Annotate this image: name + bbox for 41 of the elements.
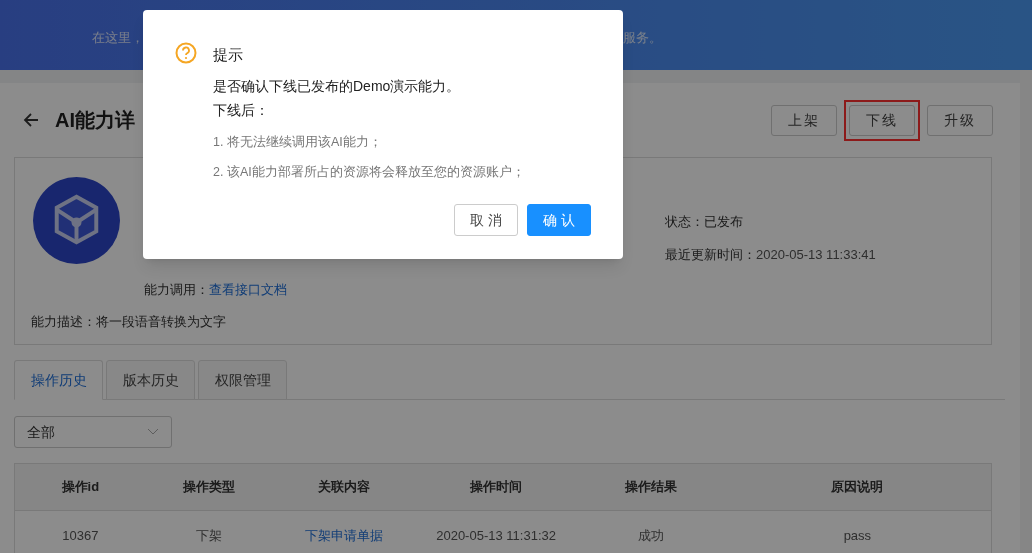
dialog-message: 是否确认下线已发布的Demo演示能力。 <box>213 76 462 96</box>
tab[interactable]: 权限管理 <box>198 360 287 400</box>
dialog-subheading: 下线后： <box>213 100 270 120</box>
action-button[interactable]: 下线 <box>849 104 915 136</box>
column-header: 操作结果 <box>624 479 677 495</box>
action-button[interactable]: 上架 <box>771 104 837 136</box>
description-label: 能力描述： <box>31 313 96 331</box>
description-value: 将一段语音转换为文字 <box>96 313 226 331</box>
confirm-button[interactable]: 确 认 <box>527 204 591 236</box>
table-cell: 成功 <box>637 528 664 544</box>
related-link[interactable]: 下架申请单据 <box>304 528 383 544</box>
column-header: 操作id <box>61 479 100 495</box>
table-cell: pass <box>843 528 872 544</box>
cancel-button[interactable]: 取 消 <box>454 204 518 236</box>
table-cell: 10367 <box>62 528 99 544</box>
action-button[interactable]: 升级 <box>927 104 993 136</box>
page-title: AI能力详 <box>55 108 135 133</box>
updated-label: 最近更新时间： <box>665 246 756 264</box>
back-arrow-icon[interactable] <box>23 112 39 128</box>
cube-logo-icon <box>33 177 120 264</box>
tab[interactable]: 版本历史 <box>106 360 195 400</box>
api-docs-link[interactable]: 查看接口文档 <box>209 280 287 300</box>
column-header: 操作时间 <box>470 479 523 495</box>
column-header: 关联内容 <box>317 479 370 495</box>
status-value: 已发布 <box>704 213 743 231</box>
banner-subtitle: 服务。 <box>623 29 662 47</box>
consequence-item: 1. 将无法继续调用该AI能力； <box>213 133 383 151</box>
column-header: 操作类型 <box>183 479 235 495</box>
consequence-item: 2. 该AI能力部署所占的资源将会释放至您的资源账户； <box>213 164 525 182</box>
column-header: 原因说明 <box>831 479 884 495</box>
dialog-title: 提示 <box>213 45 244 65</box>
call-label: 能力调用： <box>144 281 209 299</box>
status-label: 状态： <box>665 213 704 231</box>
banner-subtitle: 在这里， <box>92 29 144 47</box>
table-cell: 2020-05-13 11:31:32 <box>436 528 556 544</box>
updated-value: 2020-05-13 11:33:41 <box>756 246 876 264</box>
chevron-down-icon <box>147 428 159 436</box>
tab[interactable]: 操作历史 <box>14 360 103 400</box>
question-icon <box>175 42 197 64</box>
table-cell: 下架 <box>196 528 222 544</box>
filter-select[interactable]: 全部 <box>14 416 172 448</box>
